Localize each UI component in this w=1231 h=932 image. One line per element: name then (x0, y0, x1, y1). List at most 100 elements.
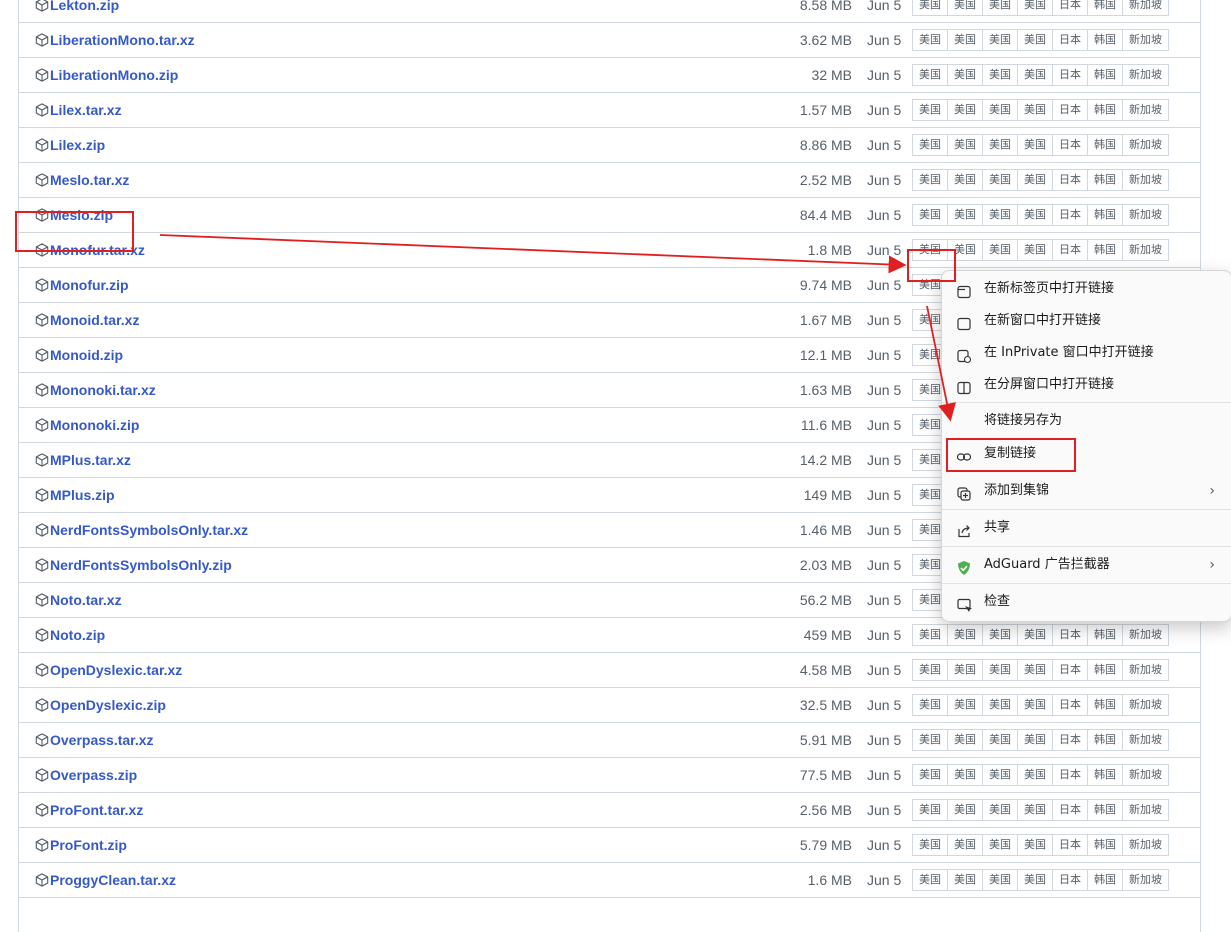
mirror-link[interactable]: 美国 (912, 0, 948, 16)
mirror-link[interactable]: 韩国 (1087, 99, 1123, 121)
file-link[interactable]: Monofur.zip (50, 268, 129, 302)
mirror-link[interactable]: 新加坡 (1122, 694, 1169, 716)
file-link[interactable]: ProFont.zip (50, 828, 127, 862)
mirror-link[interactable]: 美国 (1017, 29, 1053, 51)
file-link[interactable]: NerdFontsSymbolsOnly.zip (50, 548, 232, 582)
file-link[interactable]: Monofur.tar.xz (50, 233, 145, 267)
mirror-link[interactable]: 美国 (982, 659, 1018, 681)
mirror-link[interactable]: 新加坡 (1122, 729, 1169, 751)
mirror-link[interactable]: 美国 (1017, 134, 1053, 156)
mirror-link[interactable]: 美国 (912, 799, 948, 821)
mirror-link[interactable]: 美国 (982, 869, 1018, 891)
mirror-link[interactable]: 新加坡 (1122, 624, 1169, 646)
mirror-link[interactable]: 美国 (947, 99, 983, 121)
mirror-link[interactable]: 美国 (982, 204, 1018, 226)
mirror-link[interactable]: 韩国 (1087, 29, 1123, 51)
file-link[interactable]: Monoid.zip (50, 338, 123, 372)
mirror-link[interactable]: 日本 (1052, 659, 1088, 681)
file-link[interactable]: MPlus.zip (50, 478, 115, 512)
menu-item-open-in-new-window[interactable]: 在新窗口中打开链接 (946, 305, 1227, 337)
mirror-link[interactable]: 美国 (982, 764, 1018, 786)
mirror-link[interactable]: 美国 (912, 134, 948, 156)
mirror-link[interactable]: 美国 (1017, 624, 1053, 646)
mirror-link[interactable]: 韩国 (1087, 764, 1123, 786)
file-link[interactable]: Overpass.tar.xz (50, 723, 154, 757)
mirror-link[interactable]: 美国 (912, 239, 948, 261)
mirror-link[interactable]: 美国 (912, 834, 948, 856)
file-link[interactable]: OpenDyslexic.tar.xz (50, 653, 182, 687)
mirror-link[interactable]: 美国 (1017, 799, 1053, 821)
mirror-link[interactable]: 美国 (982, 239, 1018, 261)
mirror-link[interactable]: 美国 (982, 729, 1018, 751)
menu-item-adguard-adblocker[interactable]: AdGuard 广告拦截器 › (946, 549, 1227, 581)
mirror-link[interactable]: 美国 (982, 169, 1018, 191)
mirror-link[interactable]: 日本 (1052, 204, 1088, 226)
mirror-link[interactable]: 美国 (912, 624, 948, 646)
mirror-link[interactable]: 韩国 (1087, 64, 1123, 86)
file-link[interactable]: Monoid.tar.xz (50, 303, 139, 337)
mirror-link[interactable]: 美国 (947, 64, 983, 86)
mirror-link[interactable]: 美国 (1017, 729, 1053, 751)
file-link[interactable]: Meslo.zip (50, 198, 113, 232)
file-link[interactable]: Mononoki.zip (50, 408, 139, 442)
file-link[interactable]: ProFont.tar.xz (50, 793, 143, 827)
mirror-link[interactable]: 美国 (1017, 659, 1053, 681)
mirror-link[interactable]: 美国 (947, 0, 983, 16)
menu-item-save-link-as[interactable]: 将链接另存为 (946, 405, 1227, 437)
mirror-link[interactable]: 美国 (912, 204, 948, 226)
mirror-link[interactable]: 新加坡 (1122, 204, 1169, 226)
mirror-link[interactable]: 日本 (1052, 99, 1088, 121)
mirror-link[interactable]: 新加坡 (1122, 869, 1169, 891)
mirror-link[interactable]: 日本 (1052, 29, 1088, 51)
mirror-link[interactable]: 美国 (947, 799, 983, 821)
mirror-link[interactable]: 美国 (1017, 694, 1053, 716)
file-link[interactable]: Noto.zip (50, 618, 105, 652)
mirror-link[interactable]: 美国 (912, 169, 948, 191)
menu-item-open-in-split-screen[interactable]: 在分屏窗口中打开链接 (946, 369, 1227, 401)
mirror-link[interactable]: 美国 (1017, 869, 1053, 891)
mirror-link[interactable]: 美国 (947, 659, 983, 681)
menu-item-open-in-inprivate-window[interactable]: 在 InPrivate 窗口中打开链接 (946, 337, 1227, 369)
menu-item-inspect[interactable]: 检查 (946, 586, 1227, 618)
mirror-link[interactable]: 日本 (1052, 64, 1088, 86)
file-link[interactable]: MPlus.tar.xz (50, 443, 131, 477)
mirror-link[interactable]: 日本 (1052, 764, 1088, 786)
mirror-link[interactable]: 韩国 (1087, 134, 1123, 156)
mirror-link[interactable]: 新加坡 (1122, 799, 1169, 821)
mirror-link[interactable]: 韩国 (1087, 169, 1123, 191)
file-link[interactable]: OpenDyslexic.zip (50, 688, 166, 722)
mirror-link[interactable]: 韩国 (1087, 659, 1123, 681)
mirror-link[interactable]: 美国 (982, 799, 1018, 821)
mirror-link[interactable]: 美国 (947, 834, 983, 856)
mirror-link[interactable]: 美国 (982, 834, 1018, 856)
mirror-link[interactable]: 美国 (947, 729, 983, 751)
file-link[interactable]: ProggyClean.tar.xz (50, 863, 176, 897)
mirror-link[interactable]: 日本 (1052, 169, 1088, 191)
mirror-link[interactable]: 美国 (912, 99, 948, 121)
mirror-link[interactable]: 美国 (1017, 64, 1053, 86)
file-link[interactable]: Mononoki.tar.xz (50, 373, 156, 407)
file-link[interactable]: NerdFontsSymbolsOnly.tar.xz (50, 513, 248, 547)
mirror-link[interactable]: 美国 (1017, 204, 1053, 226)
mirror-link[interactable]: 美国 (912, 869, 948, 891)
file-link[interactable]: Lilex.zip (50, 128, 105, 162)
mirror-link[interactable]: 韩国 (1087, 799, 1123, 821)
mirror-link[interactable]: 美国 (912, 659, 948, 681)
mirror-link[interactable]: 美国 (982, 624, 1018, 646)
mirror-link[interactable]: 新加坡 (1122, 29, 1169, 51)
file-link[interactable]: Lekton.zip (50, 0, 119, 22)
mirror-link[interactable]: 美国 (982, 29, 1018, 51)
menu-item-open-in-new-tab[interactable]: 在新标签页中打开链接 (946, 273, 1227, 305)
mirror-link[interactable]: 美国 (912, 694, 948, 716)
mirror-link[interactable]: 日本 (1052, 694, 1088, 716)
mirror-link[interactable]: 新加坡 (1122, 659, 1169, 681)
mirror-link[interactable]: 韩国 (1087, 624, 1123, 646)
mirror-link[interactable]: 美国 (947, 239, 983, 261)
mirror-link[interactable]: 美国 (982, 0, 1018, 16)
mirror-link[interactable]: 新加坡 (1122, 64, 1169, 86)
mirror-link[interactable]: 美国 (1017, 169, 1053, 191)
mirror-link[interactable]: 韩国 (1087, 694, 1123, 716)
mirror-link[interactable]: 美国 (947, 694, 983, 716)
mirror-link[interactable]: 美国 (912, 29, 948, 51)
menu-item-share[interactable]: 共享 (946, 512, 1227, 544)
